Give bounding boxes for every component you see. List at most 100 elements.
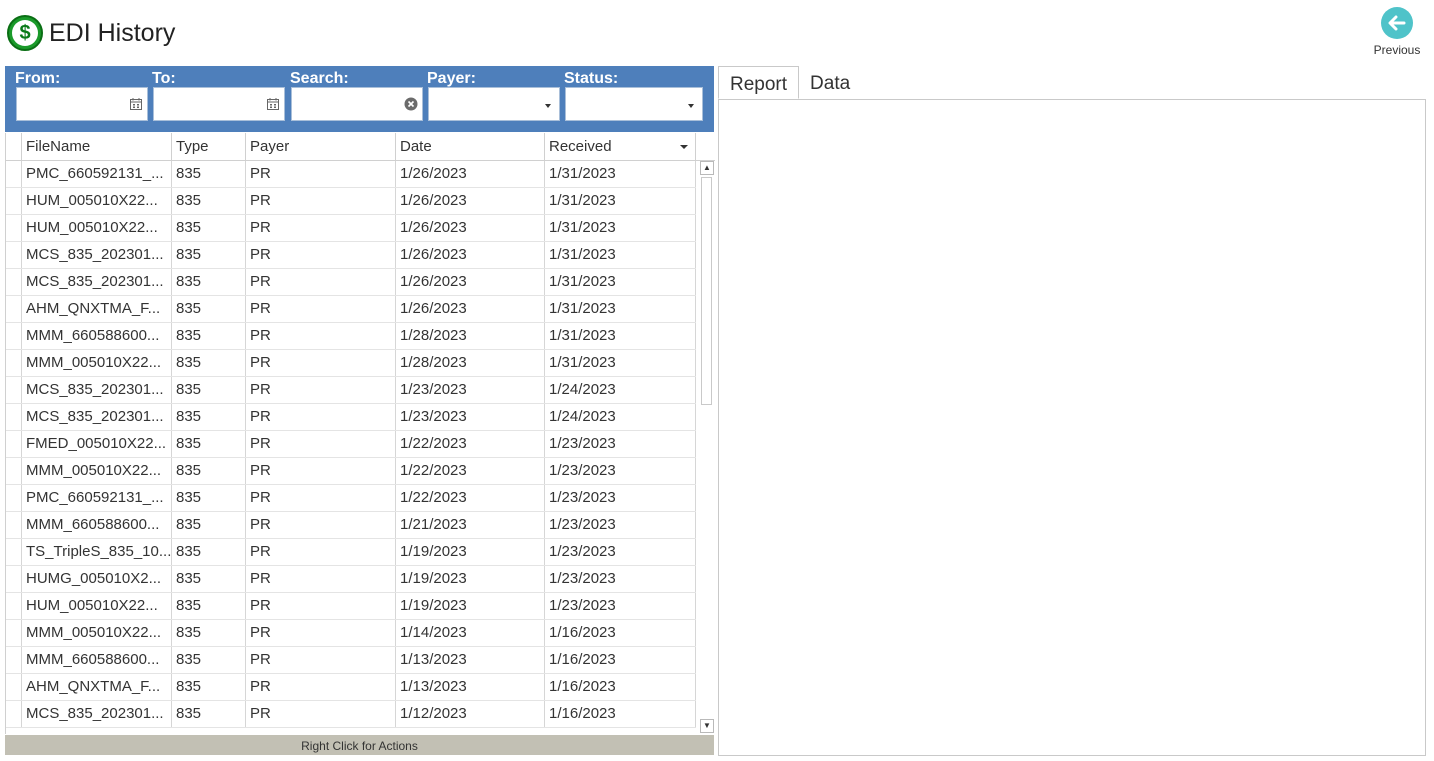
cell-date[interactable]: 1/13/2023 — [396, 674, 545, 700]
table-row[interactable]: AHM_QNXTMA_F... 835 PR 1/13/2023 1/16/2023 — [6, 674, 696, 701]
cell-received[interactable]: 1/31/2023 — [545, 188, 696, 214]
previous-button[interactable]: Previous — [1372, 7, 1422, 57]
row-selector[interactable] — [6, 269, 22, 295]
cell-filename[interactable]: MMM_005010X22... — [22, 458, 172, 484]
cell-date[interactable]: 1/26/2023 — [396, 161, 545, 187]
cell-type[interactable]: 835 — [172, 593, 246, 619]
cell-filename[interactable]: MMM_660588600... — [22, 647, 172, 673]
table-row[interactable]: HUM_005010X22... 835 PR 1/19/2023 1/23/2023 — [6, 593, 696, 620]
cell-date[interactable]: 1/23/2023 — [396, 404, 545, 430]
cell-date[interactable]: 1/28/2023 — [396, 323, 545, 349]
cell-date[interactable]: 1/26/2023 — [396, 269, 545, 295]
row-selector[interactable] — [6, 215, 22, 241]
cell-filename[interactable]: HUM_005010X22... — [22, 188, 172, 214]
to-date-field[interactable] — [153, 87, 285, 121]
row-selector[interactable] — [6, 674, 22, 700]
column-header-received[interactable]: Received — [545, 133, 696, 160]
cell-payer[interactable]: PR — [246, 404, 396, 430]
cell-payer[interactable]: PR — [246, 377, 396, 403]
calendar-icon[interactable] — [129, 97, 143, 111]
cell-filename[interactable]: MMM_005010X22... — [22, 620, 172, 646]
row-selector[interactable] — [6, 539, 22, 565]
cell-filename[interactable]: HUMG_005010X2... — [22, 566, 172, 592]
table-row[interactable]: MCS_835_202301... 835 PR 1/12/2023 1/16/2023 — [6, 701, 696, 728]
table-row[interactable]: MMM_005010X22... 835 PR 1/14/2023 1/16/2023 — [6, 620, 696, 647]
row-selector[interactable] — [6, 431, 22, 457]
cell-type[interactable]: 835 — [172, 458, 246, 484]
cell-payer[interactable]: PR — [246, 242, 396, 268]
cell-received[interactable]: 1/31/2023 — [545, 269, 696, 295]
column-header-type[interactable]: Type — [172, 133, 246, 160]
cell-type[interactable]: 835 — [172, 539, 246, 565]
row-selector[interactable] — [6, 296, 22, 322]
cell-type[interactable]: 835 — [172, 620, 246, 646]
row-selector[interactable] — [6, 701, 22, 727]
row-selector[interactable] — [6, 161, 22, 187]
cell-type[interactable]: 835 — [172, 674, 246, 700]
row-selector[interactable] — [6, 485, 22, 511]
cell-filename[interactable]: AHM_QNXTMA_F... — [22, 674, 172, 700]
cell-payer[interactable]: PR — [246, 485, 396, 511]
cell-type[interactable]: 835 — [172, 485, 246, 511]
cell-payer[interactable]: PR — [246, 512, 396, 538]
cell-filename[interactable]: AHM_QNXTMA_F... — [22, 296, 172, 322]
sort-descending-icon[interactable] — [677, 133, 691, 160]
cell-payer[interactable]: PR — [246, 701, 396, 727]
cell-date[interactable]: 1/28/2023 — [396, 350, 545, 376]
cell-filename[interactable]: MCS_835_202301... — [22, 242, 172, 268]
scroll-up-icon[interactable]: ▲ — [700, 161, 714, 175]
cell-date[interactable]: 1/19/2023 — [396, 566, 545, 592]
table-row[interactable]: FMED_005010X22... 835 PR 1/22/2023 1/23/2023 — [6, 431, 696, 458]
cell-type[interactable]: 835 — [172, 647, 246, 673]
table-row[interactable]: MMM_660588600... 835 PR 1/28/2023 1/31/2023 — [6, 323, 696, 350]
cell-type[interactable]: 835 — [172, 323, 246, 349]
vertical-scrollbar[interactable]: ▲ ▼ — [700, 161, 714, 733]
cell-type[interactable]: 835 — [172, 404, 246, 430]
status-dropdown[interactable] — [565, 87, 703, 121]
cell-date[interactable]: 1/26/2023 — [396, 242, 545, 268]
search-input[interactable] — [292, 88, 422, 120]
cell-filename[interactable]: MMM_660588600... — [22, 512, 172, 538]
cell-filename[interactable]: HUM_005010X22... — [22, 593, 172, 619]
table-row[interactable]: HUM_005010X22... 835 PR 1/26/2023 1/31/2023 — [6, 188, 696, 215]
chevron-down-icon[interactable] — [684, 99, 698, 113]
chevron-down-icon[interactable] — [541, 99, 555, 113]
cell-payer[interactable]: PR — [246, 458, 396, 484]
cell-type[interactable]: 835 — [172, 242, 246, 268]
arrow-left-icon[interactable] — [1381, 7, 1413, 39]
cell-filename[interactable]: PMC_660592131_... — [22, 485, 172, 511]
table-row[interactable]: MMM_660588600... 835 PR 1/13/2023 1/16/2023 — [6, 647, 696, 674]
cell-type[interactable]: 835 — [172, 431, 246, 457]
cell-payer[interactable]: PR — [246, 566, 396, 592]
status-select[interactable] — [566, 88, 702, 120]
scroll-thumb[interactable] — [701, 177, 712, 405]
cell-payer[interactable]: PR — [246, 215, 396, 241]
row-selector[interactable] — [6, 404, 22, 430]
row-selector[interactable] — [6, 620, 22, 646]
cell-received[interactable]: 1/23/2023 — [545, 566, 696, 592]
cell-filename[interactable]: MCS_835_202301... — [22, 377, 172, 403]
cell-received[interactable]: 1/23/2023 — [545, 458, 696, 484]
cell-received[interactable]: 1/23/2023 — [545, 593, 696, 619]
cell-payer[interactable]: PR — [246, 431, 396, 457]
column-header-payer[interactable]: Payer — [246, 133, 396, 160]
cell-type[interactable]: 835 — [172, 377, 246, 403]
cell-type[interactable]: 835 — [172, 188, 246, 214]
cell-filename[interactable]: MMM_660588600... — [22, 323, 172, 349]
cell-type[interactable]: 835 — [172, 701, 246, 727]
cell-received[interactable]: 1/31/2023 — [545, 350, 696, 376]
cell-received[interactable]: 1/31/2023 — [545, 323, 696, 349]
cell-filename[interactable]: MCS_835_202301... — [22, 404, 172, 430]
cell-date[interactable]: 1/26/2023 — [396, 296, 545, 322]
cell-type[interactable]: 835 — [172, 161, 246, 187]
cell-payer[interactable]: PR — [246, 647, 396, 673]
cell-received[interactable]: 1/31/2023 — [545, 296, 696, 322]
table-row[interactable]: PMC_660592131_... 835 PR 1/22/2023 1/23/2023 — [6, 485, 696, 512]
column-header-filename[interactable]: FileName — [22, 133, 172, 160]
search-field[interactable] — [291, 87, 423, 121]
table-row[interactable]: MCS_835_202301... 835 PR 1/26/2023 1/31/2023 — [6, 242, 696, 269]
row-selector[interactable] — [6, 458, 22, 484]
cell-type[interactable]: 835 — [172, 269, 246, 295]
cell-filename[interactable]: TS_TripleS_835_10... — [22, 539, 172, 565]
table-row[interactable]: HUMG_005010X2... 835 PR 1/19/2023 1/23/2023 — [6, 566, 696, 593]
